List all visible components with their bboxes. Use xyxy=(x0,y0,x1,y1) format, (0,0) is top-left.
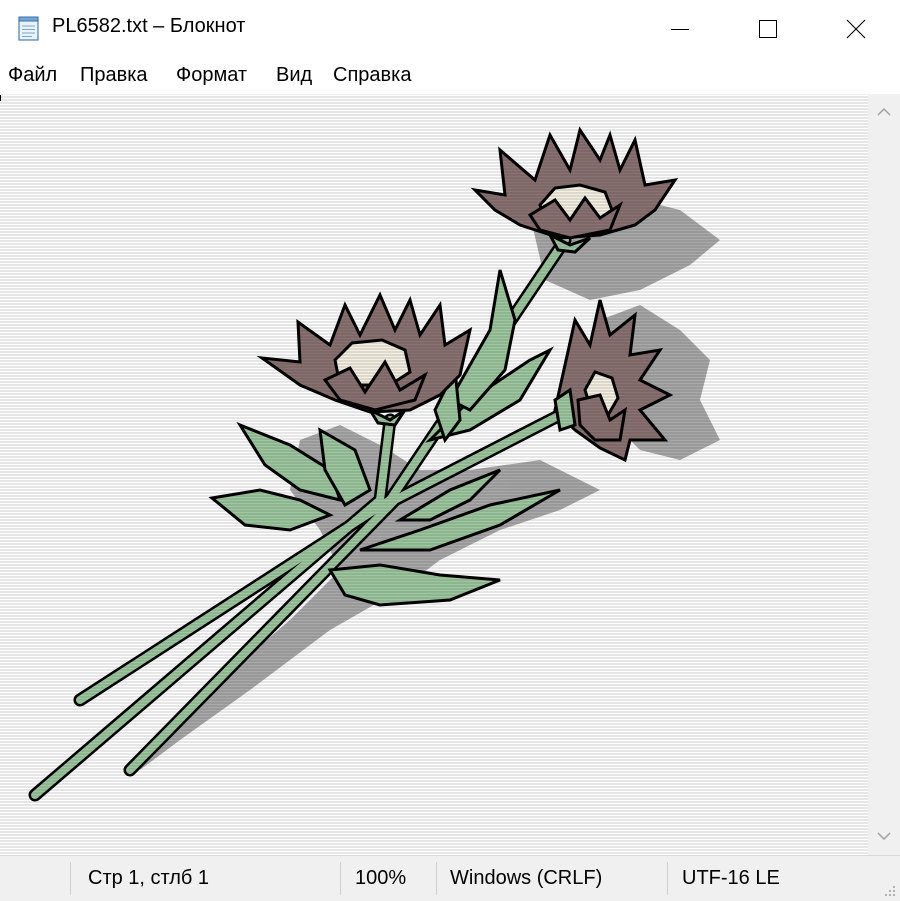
scroll-up-icon[interactable] xyxy=(877,107,891,117)
menu-edit[interactable]: Правка xyxy=(80,64,148,87)
menu-bar: Файл Правка Формат Вид Справка xyxy=(0,58,900,95)
vertical-scrollbar[interactable] xyxy=(868,95,900,855)
status-separator xyxy=(70,862,71,895)
maximize-icon xyxy=(759,20,777,38)
minimize-icon xyxy=(671,29,689,30)
menu-help[interactable]: Справка xyxy=(333,64,411,87)
notepad-window: PL6582.txt – Блокнот Файл Правка Формат … xyxy=(0,0,900,901)
encoding: UTF-16 LE xyxy=(682,867,780,889)
status-separator xyxy=(436,862,437,895)
maximize-button[interactable] xyxy=(724,0,812,58)
menu-format[interactable]: Формат xyxy=(176,64,247,87)
status-separator xyxy=(667,862,668,895)
cursor-position: Стр 1, стлб 1 xyxy=(88,867,210,889)
minimize-button[interactable] xyxy=(636,0,724,58)
line-endings: Windows (CRLF) xyxy=(450,867,603,889)
window-title: PL6582.txt – Блокнот xyxy=(52,15,246,37)
text-caret xyxy=(0,95,1,101)
menu-file[interactable]: Файл xyxy=(8,64,57,87)
status-bar: Стр 1, стлб 1 100% Windows (CRLF) UTF-16… xyxy=(0,855,900,901)
ascii-art-flowers xyxy=(0,95,868,855)
close-button[interactable] xyxy=(812,0,900,58)
status-separator xyxy=(340,862,341,895)
zoom-level: 100% xyxy=(355,867,407,889)
menu-view[interactable]: Вид xyxy=(276,64,312,87)
text-editor[interactable] xyxy=(0,95,868,855)
title-bar[interactable]: PL6582.txt – Блокнот xyxy=(0,0,900,58)
close-icon xyxy=(846,19,866,39)
resize-grip-icon[interactable] xyxy=(882,883,896,897)
scroll-down-icon[interactable] xyxy=(877,831,891,841)
notepad-icon xyxy=(18,16,39,41)
